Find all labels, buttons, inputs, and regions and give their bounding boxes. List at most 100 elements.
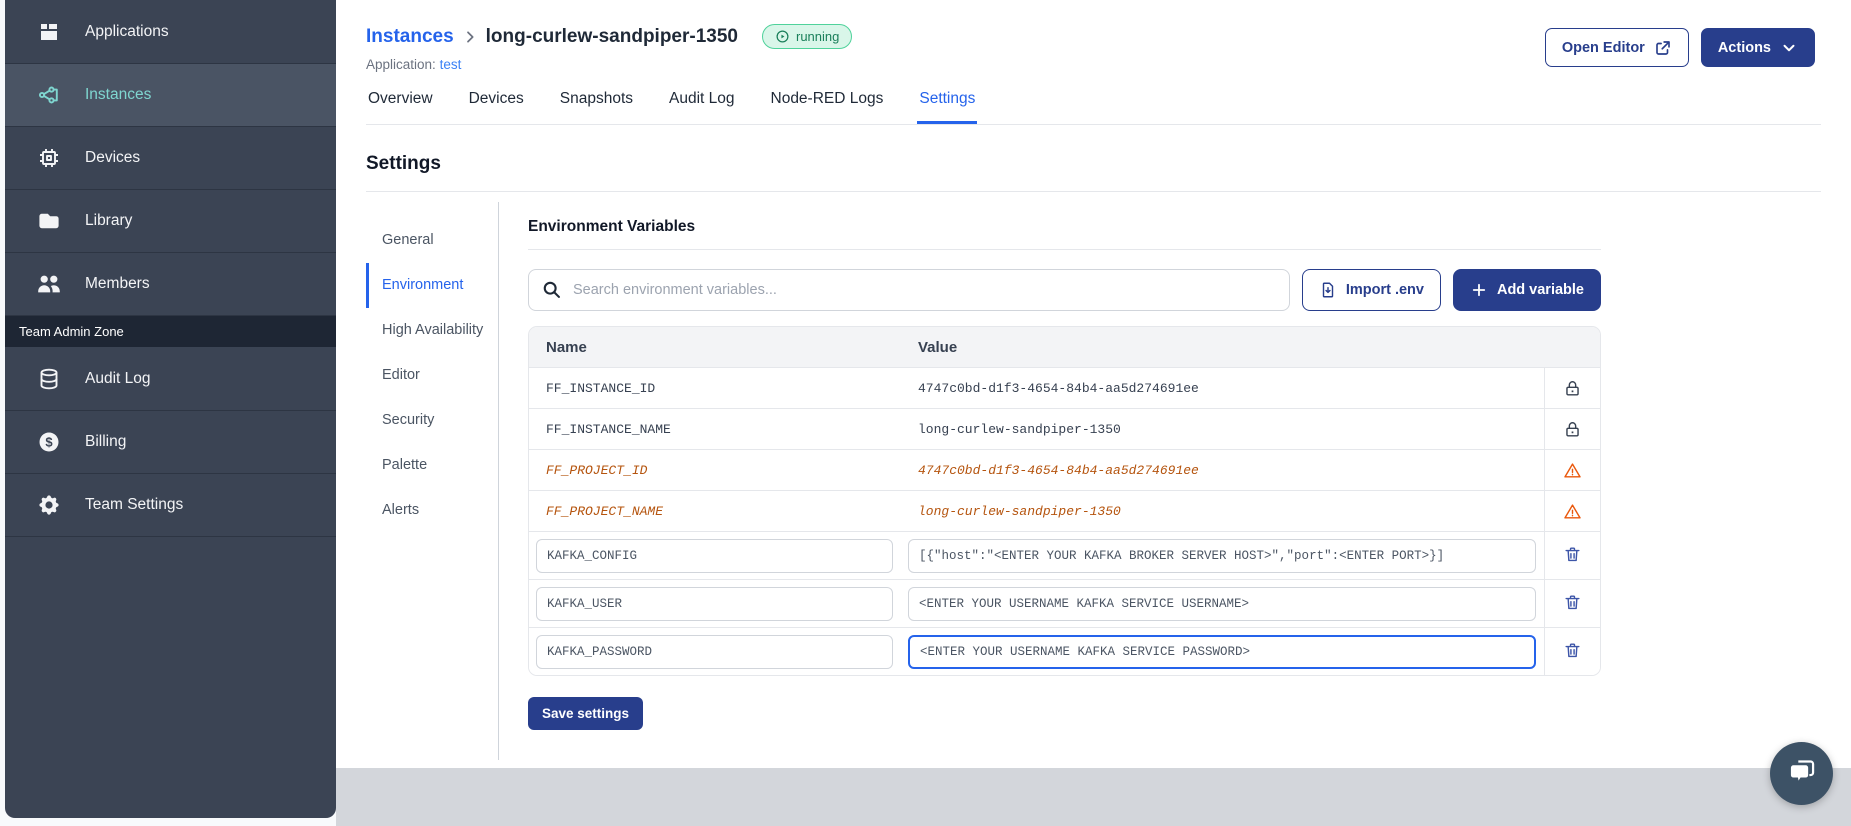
env-row-actions <box>1544 409 1600 449</box>
open-editor-button[interactable]: Open Editor <box>1544 28 1689 67</box>
trash-icon <box>1563 641 1582 660</box>
add-variable-label: Add variable <box>1496 282 1584 298</box>
sidebar-item-label: Members <box>85 275 150 292</box>
sidebar-filler <box>5 536 336 818</box>
settings-grid: General Environment High Availability Edito… <box>366 202 1821 760</box>
env-value-input[interactable] <box>908 586 1536 621</box>
sidebar-item-members[interactable]: Members <box>5 252 336 315</box>
env-table-header: Name Value <box>529 327 1600 367</box>
sidebar-item-applications[interactable]: Applications <box>5 0 336 63</box>
tab-devices[interactable]: Devices <box>467 90 526 124</box>
add-variable-button[interactable]: Add variable <box>1452 269 1601 311</box>
instance-name: long-curlew-sandpiper-1350 <box>485 25 738 47</box>
sidebar-item-instances[interactable]: Instances <box>5 63 336 126</box>
main-area: Instances long-curlew-sandpiper-1350 run… <box>336 0 1851 826</box>
sidebar-item-audit-log[interactable]: Audit Log <box>5 347 336 410</box>
external-link-icon <box>1654 39 1672 57</box>
sidebar-item-label: Devices <box>85 149 141 166</box>
sidebar-item-label: Instances <box>85 86 152 103</box>
env-value-text: 4747c0bd-d1f3-4654-84b4-aa5d274691ee <box>918 462 1199 478</box>
env-row-actions <box>1544 580 1600 627</box>
column-header-name: Name <box>546 338 587 356</box>
settings-nav-general[interactable]: General <box>366 218 498 263</box>
billing-icon: $ <box>37 430 61 454</box>
chat-bubbles-icon <box>1786 756 1818 791</box>
header-left: Instances long-curlew-sandpiper-1350 run… <box>366 24 853 72</box>
search-icon <box>541 279 562 300</box>
sidebar-item-billing[interactable]: $ Billing <box>5 410 336 473</box>
sidebar: Applications Instances Devices Library Membe… <box>5 0 336 818</box>
env-value-input[interactable] <box>908 634 1536 669</box>
sidebar-admin-nav: Audit Log $ Billing Team Settings <box>5 347 336 536</box>
sidebar-item-devices[interactable]: Devices <box>5 126 336 189</box>
env-name-cell <box>529 586 901 621</box>
actions-label: Actions <box>1717 39 1771 56</box>
status-badge-label: running <box>796 29 840 44</box>
application-line: Application: test <box>366 57 852 72</box>
status-badge: running <box>762 24 853 49</box>
search-input[interactable] <box>528 269 1290 311</box>
application-link[interactable]: test <box>440 57 462 72</box>
delete-variable-button[interactable] <box>1563 641 1582 663</box>
svg-text:$: $ <box>45 435 53 450</box>
library-icon <box>37 209 61 233</box>
actions-button[interactable]: Actions <box>1700 28 1815 67</box>
sidebar-item-label: Billing <box>85 433 127 450</box>
sidebar-item-library[interactable]: Library <box>5 189 336 252</box>
tab-audit-log[interactable]: Audit Log <box>667 90 737 124</box>
import-env-button[interactable]: Import .env <box>1301 269 1441 311</box>
env-variables-table: Name Value FF_INSTANCE_ID 4747c0bd-d1f3-4… <box>528 326 1601 676</box>
settings-nav-alerts[interactable]: Alerts <box>366 488 498 533</box>
breadcrumb: Instances long-curlew-sandpiper-1350 run… <box>366 24 853 49</box>
settings-nav-security[interactable]: Security <box>366 398 498 443</box>
audit-log-icon <box>37 367 61 391</box>
team-admin-zone-label: Team Admin Zone <box>5 315 336 347</box>
env-value-input[interactable] <box>908 538 1536 573</box>
delete-variable-button[interactable] <box>1563 545 1582 567</box>
import-env-icon <box>1319 281 1337 299</box>
search-wrap <box>528 269 1290 311</box>
env-row-kafka-user <box>529 579 1600 627</box>
settings-nav-high-availability[interactable]: High Availability <box>366 308 498 353</box>
sidebar-main-nav: Applications Instances Devices Library Membe… <box>5 0 336 315</box>
env-name-cell <box>529 634 901 669</box>
chevron-down-icon <box>1780 39 1798 57</box>
trash-icon <box>1563 593 1582 612</box>
env-name-text: FF_INSTANCE_NAME <box>546 421 671 437</box>
lock-icon <box>1563 379 1582 398</box>
save-settings-button[interactable]: Save settings <box>528 697 644 730</box>
delete-variable-button[interactable] <box>1563 593 1582 615</box>
env-row-ff-instance-id: FF_INSTANCE_ID 4747c0bd-d1f3-4654-84b4-aa… <box>529 367 1600 408</box>
env-name-text: FF_INSTANCE_ID <box>546 380 656 396</box>
application-label: Application: <box>366 57 436 72</box>
tab-node-red-logs[interactable]: Node-RED Logs <box>769 90 886 124</box>
env-name-input[interactable] <box>536 586 893 621</box>
env-row-actions <box>1544 450 1600 490</box>
header-buttons: Open Editor Actions <box>1544 28 1815 67</box>
settings-nav-editor[interactable]: Editor <box>366 353 498 398</box>
tab-overview[interactable]: Overview <box>366 90 435 124</box>
breadcrumb-instances-link[interactable]: Instances <box>366 26 454 48</box>
tab-snapshots[interactable]: Snapshots <box>558 90 635 124</box>
settings-nav-palette[interactable]: Palette <box>366 443 498 488</box>
env-value-text: long-curlew-sandpiper-1350 <box>918 421 1121 437</box>
env-row-ff-project-name: FF_PROJECT_NAME long-curlew-sandpiper-135… <box>529 490 1600 531</box>
env-name-input[interactable] <box>536 538 893 573</box>
members-icon <box>37 272 61 296</box>
env-row-ff-project-id: FF_PROJECT_ID 4747c0bd-d1f3-4654-84b4-aa5… <box>529 449 1600 490</box>
instance-tabs: Overview Devices Snapshots Audit Log Node-RE… <box>366 90 1821 125</box>
column-header-value: Value <box>918 338 958 356</box>
tab-settings[interactable]: Settings <box>917 90 978 124</box>
save-row: Save settings <box>528 697 1601 760</box>
env-row-kafka-config <box>529 531 1600 579</box>
env-value-text: 4747c0bd-d1f3-4654-84b4-aa5d274691ee <box>918 380 1199 396</box>
env-name-input[interactable] <box>536 634 893 669</box>
chat-widget-button[interactable] <box>1770 742 1833 805</box>
trash-icon <box>1563 545 1582 564</box>
chevron-right-icon <box>462 29 478 45</box>
settings-nav-environment[interactable]: Environment <box>366 263 498 309</box>
sidebar-item-label: Applications <box>85 22 169 40</box>
sidebar-item-team-settings[interactable]: Team Settings <box>5 473 336 536</box>
env-name-cell <box>529 538 901 573</box>
environment-section: Environment Variables Impo <box>528 202 1601 760</box>
